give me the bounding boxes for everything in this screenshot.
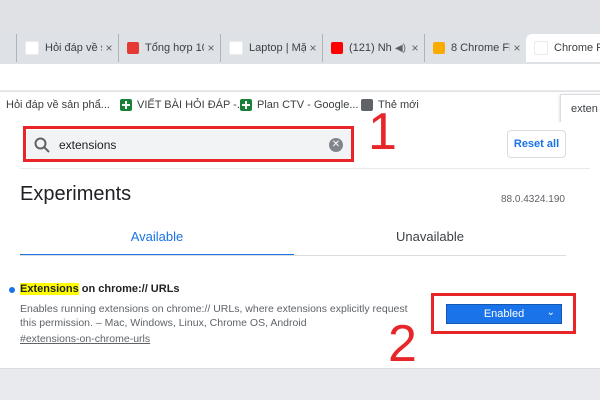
bookmarks-bar: Hỏi đáp về sản phẩ... VIẾT BÀI HỎI ĐÁP -… (0, 92, 600, 123)
tabs-divider (20, 255, 566, 256)
tab-strip: Hỏi đáp về s × Tổng hợp 10 × Laptop | Mặ… (0, 28, 600, 64)
tab-hoi-dap[interactable]: Hỏi đáp về s × (16, 34, 120, 62)
bookmark-plan-ctv[interactable]: Plan CTV - Google... (240, 99, 359, 111)
doc-icon (534, 41, 548, 55)
flags-page (0, 122, 600, 400)
flag-permalink[interactable]: #extensions-on-chrome-urls (20, 333, 150, 345)
close-icon[interactable]: × (102, 41, 116, 55)
tab-title: Hỏi đáp về s (45, 42, 102, 54)
close-icon[interactable]: × (408, 41, 422, 55)
annotation-number-2: 2 (388, 315, 417, 373)
doc-icon (25, 41, 39, 55)
tab-title: 8 Chrome Fl (451, 42, 510, 54)
vivaldi-icon (127, 42, 139, 54)
doc-icon (229, 41, 243, 55)
tab-tong-hop[interactable]: Tổng hợp 10 × (118, 34, 222, 62)
close-icon[interactable]: × (306, 41, 320, 55)
bottom-margin (0, 369, 600, 400)
reset-all-button[interactable]: Reset all (507, 130, 566, 158)
youtube-icon (331, 42, 343, 54)
bookmark-label: Hỏi đáp về sản phẩ... (6, 99, 110, 111)
page-title: Experiments (20, 183, 132, 205)
close-icon[interactable]: × (204, 41, 218, 55)
bookmark-label: Plan CTV - Google... (257, 99, 359, 111)
sheets-icon (240, 99, 252, 111)
tab-youtube[interactable]: (121) Nh ◀) × (322, 34, 426, 62)
bulb-icon (433, 42, 445, 54)
tab-title: Chrome Fla (554, 42, 600, 54)
flag-description: Enables running extensions on chrome:// … (20, 303, 408, 329)
speaker-icon[interactable]: ◀) (395, 43, 406, 54)
annotation-box-search (23, 126, 354, 162)
tab-available[interactable]: Available (20, 224, 294, 256)
modified-indicator-dot (9, 287, 15, 293)
tab-title: (121) Nh (349, 42, 392, 54)
browser-toolbar (0, 64, 600, 91)
tab-unavailable[interactable]: Unavailable (294, 224, 566, 256)
sheets-icon (120, 99, 132, 111)
tab-title: Laptop | Mặ (249, 42, 306, 54)
tab-chrome-flags[interactable]: Chrome Fla (526, 34, 600, 62)
tab-chrome-flags-article[interactable]: 8 Chrome Fl × (424, 34, 528, 62)
search-highlight: Extensions (20, 283, 79, 295)
flag-title-rest: on chrome:// URLs (78, 283, 180, 295)
flag-title: Extensions on chrome:// URLs (20, 283, 180, 295)
header-divider (20, 168, 590, 169)
tab-laptop[interactable]: Laptop | Mặ × (220, 34, 324, 62)
bookmark-viet-bai[interactable]: VIẾT BÀI HỎI ĐÁP -... (120, 99, 246, 111)
tab-title: Tổng hợp 10 (145, 42, 204, 54)
bookmark-label: VIẾT BÀI HỎI ĐÁP -... (137, 99, 247, 111)
close-icon[interactable]: × (510, 41, 524, 55)
version-label: 88.0.4324.190 (501, 194, 565, 205)
annotation-number-1: 1 (368, 103, 397, 161)
annotation-box-select (431, 293, 576, 334)
bookmark-hoi-dap[interactable]: Hỏi đáp về sản phẩ... (6, 99, 110, 111)
